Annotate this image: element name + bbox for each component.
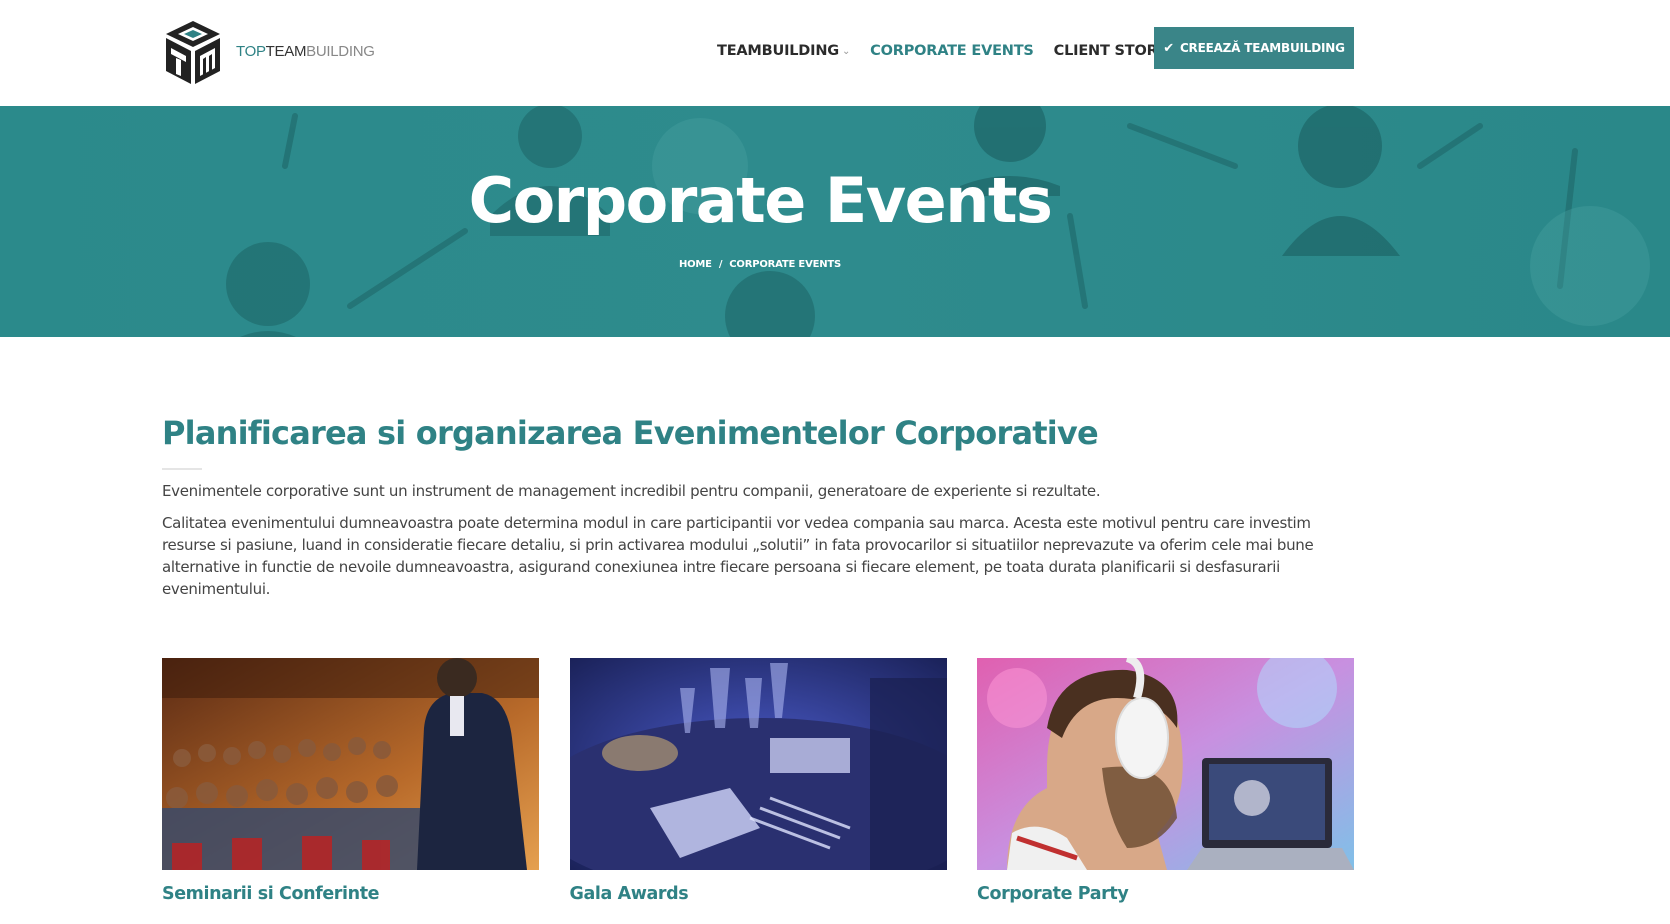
breadcrumb-home-link[interactable]: HOME — [679, 259, 712, 270]
intro-paragraph: Evenimentele corporative sunt un instrum… — [162, 482, 1101, 500]
logo-text-team: TEAM — [265, 42, 307, 60]
breadcrumb-current: CORPORATE EVENTS — [729, 259, 842, 270]
site-header: TOPTEAMBUILDING TEAMBUILDING ⌄ CORPORATE… — [0, 0, 1670, 106]
logo-text-top: TOP — [236, 42, 266, 60]
card-title[interactable]: Gala Awards — [570, 884, 947, 904]
gala-photo — [569, 658, 947, 870]
nav-item-label: CORPORATE EVENTS — [870, 43, 1034, 59]
main-content: Planificarea si organizarea Evenimentelo… — [162, 414, 1362, 610]
logo-wordmark: TOPTEAMBUILDING — [236, 43, 375, 60]
nav-item-teambuilding[interactable]: TEAMBUILDING ⌄ — [717, 43, 850, 59]
conference-photo — [162, 658, 539, 870]
cta-label: CREEAZĂ TEAMBUILDING — [1179, 41, 1345, 55]
event-cards: Seminarii si Conferinte Gala Awards Corp… — [162, 658, 1354, 904]
card-corporate-party[interactable]: Corporate Party — [977, 658, 1354, 904]
card-image-conference[interactable] — [162, 658, 539, 870]
hero-banner: Corporate Events HOME / CORPORATE EVENTS — [0, 106, 1670, 337]
create-teambuilding-button[interactable]: ✔ CREEAZĂ TEAMBUILDING — [1154, 27, 1354, 69]
card-image-gala[interactable] — [569, 658, 947, 870]
card-image-party[interactable] — [977, 658, 1354, 870]
section-heading: Planificarea si organizarea Evenimentelo… — [162, 414, 1099, 452]
logo[interactable]: TOPTEAMBUILDING — [162, 18, 375, 88]
heading-divider — [162, 468, 202, 470]
check-icon: ✔ — [1163, 40, 1174, 56]
chevron-down-icon: ⌄ — [841, 45, 851, 57]
description-paragraph: Calitatea evenimentului dumneavoastra po… — [162, 514, 1314, 598]
nav-item-label: TEAMBUILDING — [717, 43, 839, 59]
card-gala-awards[interactable]: Gala Awards — [569, 658, 947, 904]
logo-cube-icon — [166, 21, 220, 84]
card-seminarii[interactable]: Seminarii si Conferinte — [162, 658, 539, 904]
logo-text-building: BUILDING — [306, 42, 375, 60]
breadcrumb-separator: / — [718, 259, 723, 270]
main-nav: TEAMBUILDING ⌄ CORPORATE EVENTS CLIENT S… — [717, 43, 1203, 59]
nav-item-corporate-events[interactable]: CORPORATE EVENTS — [870, 43, 1034, 59]
card-title[interactable]: Corporate Party — [977, 884, 1354, 904]
party-photo — [977, 658, 1354, 870]
breadcrumb: HOME / CORPORATE EVENTS — [0, 259, 1520, 270]
page-title: Corporate Events — [468, 164, 1053, 237]
card-title[interactable]: Seminarii si Conferinte — [162, 884, 539, 904]
